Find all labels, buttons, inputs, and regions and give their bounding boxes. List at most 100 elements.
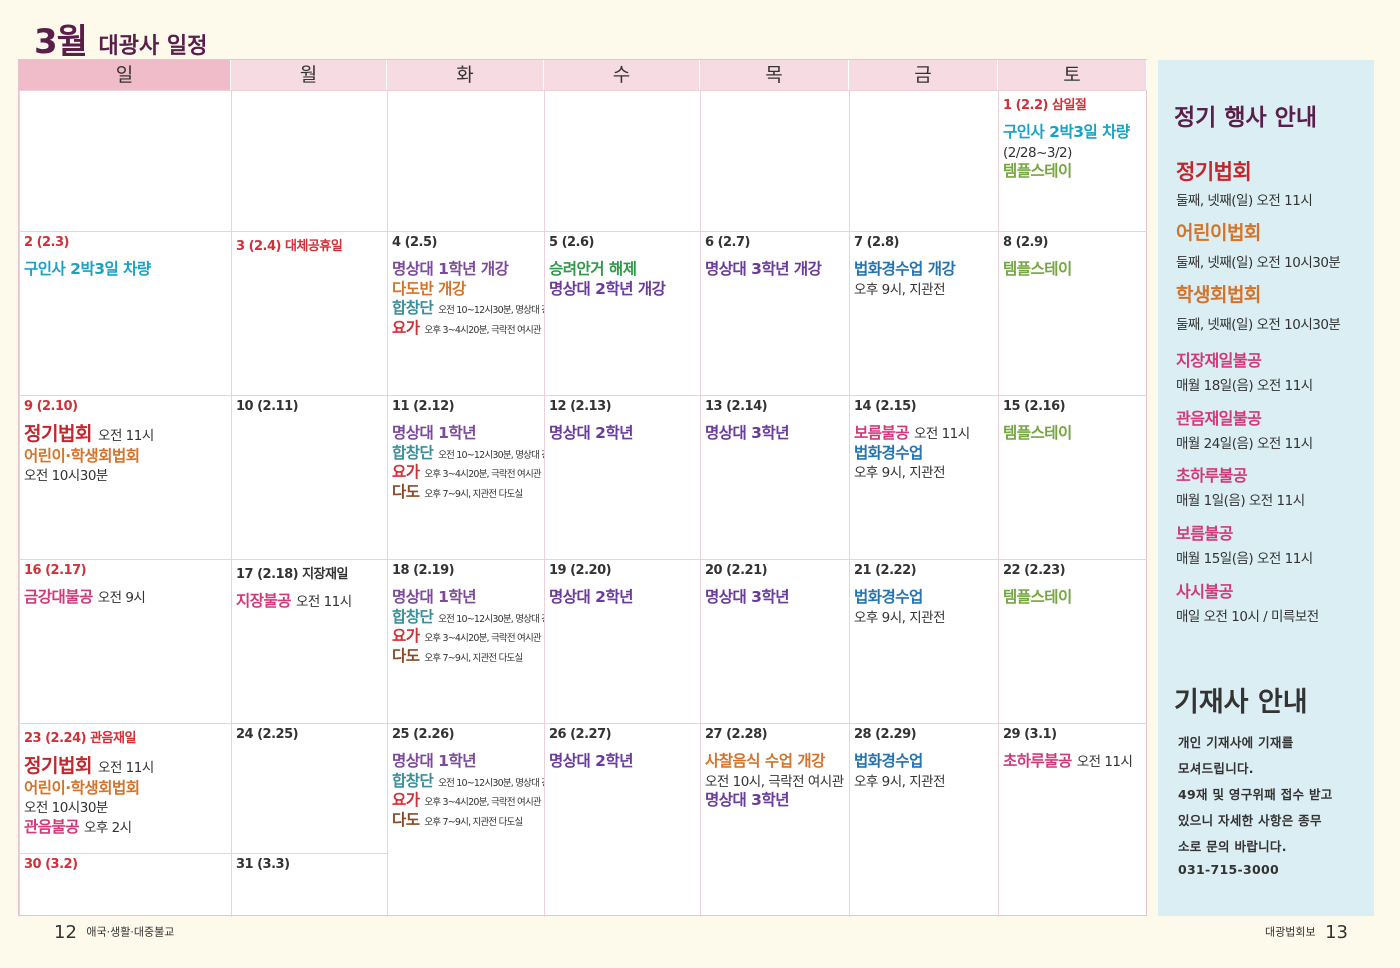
event-detail: 오후 2시	[83, 819, 132, 836]
weekday-header: 수	[544, 60, 700, 90]
event-line: 법화경수업	[854, 751, 994, 771]
day-number: 29 (3.1)	[1003, 727, 1057, 742]
day-number: 22 (2.23)	[1003, 563, 1066, 578]
event-name: 명상대 2학년	[549, 424, 633, 442]
event-line: 오후 9시, 지관전	[854, 771, 994, 790]
day-number: 15 (2.16)	[1003, 399, 1066, 414]
event-name: 명상대 1학년 개강	[392, 260, 509, 278]
weekday-header: 토	[998, 60, 1147, 90]
event-line: 요가 오후 3~4시20분, 극락전 여시관	[392, 462, 542, 482]
event-name: 초하루불공	[1003, 752, 1077, 770]
event-name: 명상대 2학년	[549, 752, 633, 770]
event-name: 다도반 개강	[392, 279, 466, 298]
day-number: 28 (2.29)	[854, 727, 917, 742]
day-number: 16 (2.17)	[24, 563, 87, 578]
day-number: 8 (2.9)	[1003, 235, 1048, 250]
day-cell: 4 (2.5) 명상대 1학년 개강 다도반 개강 합창단 오전 10~12시30분,…	[387, 231, 544, 395]
event-detail: 오전 10시30분	[24, 800, 108, 817]
event-name: 법화경수업 개강	[854, 260, 956, 278]
event-line: 다도 오후 7~9시, 지관전 다도실	[392, 482, 540, 502]
event-type-name: 지장재일불공	[1176, 351, 1262, 370]
event-detail: 오후 9시, 지관전	[854, 281, 945, 298]
day-number: 21 (2.22)	[854, 563, 917, 578]
event-name: 명상대 3학년	[705, 790, 789, 809]
event-detail: 오전 9시	[97, 590, 146, 606]
event-line: 명상대 3학년	[705, 790, 845, 810]
event-name: 어린이·학생회법회	[24, 778, 140, 797]
event-name: 명상대 1학년	[392, 424, 476, 442]
day-number: 4 (2.5)	[392, 235, 437, 250]
memorial-info-line: 031-715-3000	[1178, 862, 1279, 877]
day-cell: 10 (2.11)	[231, 395, 387, 559]
day-number: 1 (2.2) 삼일절	[1003, 98, 1087, 113]
event-type-schedule: 둘째, 넷째(일) 오전 10시30분	[1176, 317, 1341, 333]
event-line: 오후 9시, 지관전	[854, 607, 994, 626]
event-detail: 오후 9시, 지관전	[854, 609, 945, 626]
day-number: 12 (2.13)	[549, 399, 612, 414]
event-type-name: 초하루불공	[1176, 466, 1248, 485]
day-number: 18 (2.19)	[392, 563, 455, 578]
day-cell: 6 (2.7) 명상대 3학년 개강	[700, 231, 849, 395]
event-name: 보름불공	[854, 424, 914, 442]
day-number: 2 (2.3)	[24, 235, 69, 250]
event-line: 합창단 오전 10~12시30분, 명상대 강의실	[392, 771, 544, 791]
day-cell: 19 (2.20) 명상대 2학년	[544, 559, 700, 723]
day-number: 23 (2.24) 관음재일	[24, 731, 136, 746]
event-name: 구인사 2박3일 차량	[24, 260, 151, 278]
day-cell	[849, 90, 998, 231]
day-cell: 11 (2.12) 명상대 1학년합창단 오전 10~12시30분, 명상대 강의…	[387, 395, 544, 559]
day-number: 26 (2.27)	[549, 727, 612, 742]
event-name: 지장불공	[236, 592, 296, 610]
day-cell: 16 (2.17) 금강대불공 오전 9시	[19, 559, 231, 723]
event-detail: 오후 3~4시20분, 극락전 여시관	[424, 469, 541, 481]
event-name: 명상대 2학년	[549, 588, 633, 606]
event-name: 어린이·학생회법회	[24, 446, 140, 465]
event-line: 명상대 3학년	[705, 423, 845, 443]
event-line: 명상대 1학년	[392, 751, 540, 771]
event-detail: 오전 11시	[295, 594, 352, 610]
event-name: 템플스테이	[1003, 588, 1072, 606]
event-line: 템플스테이	[1003, 259, 1143, 279]
event-line: 승려안거 해제	[549, 259, 696, 279]
event-name: 요가	[392, 318, 425, 337]
day-cell	[19, 90, 231, 231]
weekday-header: 월	[231, 60, 387, 90]
day-cell: 25 (2.26) 명상대 1학년합창단 오전 10~12시30분, 명상대 강의…	[387, 723, 544, 917]
event-line: 다도 오후 7~9시, 지관전 다도실	[392, 646, 540, 666]
day-number: 6 (2.7)	[705, 235, 750, 250]
event-type-name: 관음재일불공	[1176, 409, 1262, 428]
event-line: 요가 오후 3~4시20분, 극락전 여시관	[392, 318, 542, 338]
event-type-name: 정기법회	[1176, 160, 1252, 184]
event-detail: 오전 10~12시30분, 명상대 강의실	[438, 305, 544, 317]
day-cell	[231, 90, 387, 231]
day-cell: 20 (2.21) 명상대 3학년	[700, 559, 849, 723]
event-name: 승려안거 해제	[549, 260, 637, 278]
footer-right: 대광법회보 13	[1265, 922, 1354, 943]
event-type-schedule: 매월 15일(음) 오전 11시	[1176, 551, 1313, 567]
event-detail: 오전 10~12시30분, 명상대 강의실	[438, 449, 544, 461]
day-cell: 14 (2.15) 보름불공 오전 11시 법화경수업 오후 9시, 지관전	[849, 395, 998, 559]
event-line: 법화경수업	[854, 587, 994, 607]
event-name: 합창단	[392, 443, 439, 462]
event-line: 다도 오후 7~9시, 지관전 다도실	[392, 810, 540, 830]
event-name: 법화경수업	[854, 588, 923, 606]
event-line: 명상대 3학년	[705, 587, 845, 607]
footer-right-page: 13	[1325, 922, 1348, 943]
event-name: 명상대 1학년	[392, 588, 476, 606]
event-type-schedule: 둘째, 넷째(일) 오전 11시	[1176, 193, 1313, 209]
event-line: 요가 오후 3~4시20분, 극락전 여시관	[392, 626, 542, 646]
event-detail: 오후 7~9시, 지관전 다도실	[424, 816, 523, 828]
day-number: 11 (2.12)	[392, 399, 455, 414]
day-cell: 5 (2.6) 승려안거 해제 명상대 2학년 개강	[544, 231, 700, 395]
event-detail: 오후 9시, 지관전	[854, 773, 945, 790]
day-number: 5 (2.6)	[549, 235, 594, 250]
event-line: 합창단 오전 10~12시30분, 명상대 강의실	[392, 607, 544, 627]
event-line: 다도반 개강	[392, 279, 540, 299]
event-name: 요가	[392, 627, 425, 646]
event-line: 템플스테이	[1003, 161, 1143, 181]
event-detail: 오전 11시	[98, 428, 154, 444]
event-line: 어린이·학생회법회	[24, 446, 227, 466]
event-line: 오후 9시, 지관전	[854, 279, 994, 298]
day-cell	[700, 90, 849, 231]
event-name: 정기법회	[24, 755, 99, 777]
